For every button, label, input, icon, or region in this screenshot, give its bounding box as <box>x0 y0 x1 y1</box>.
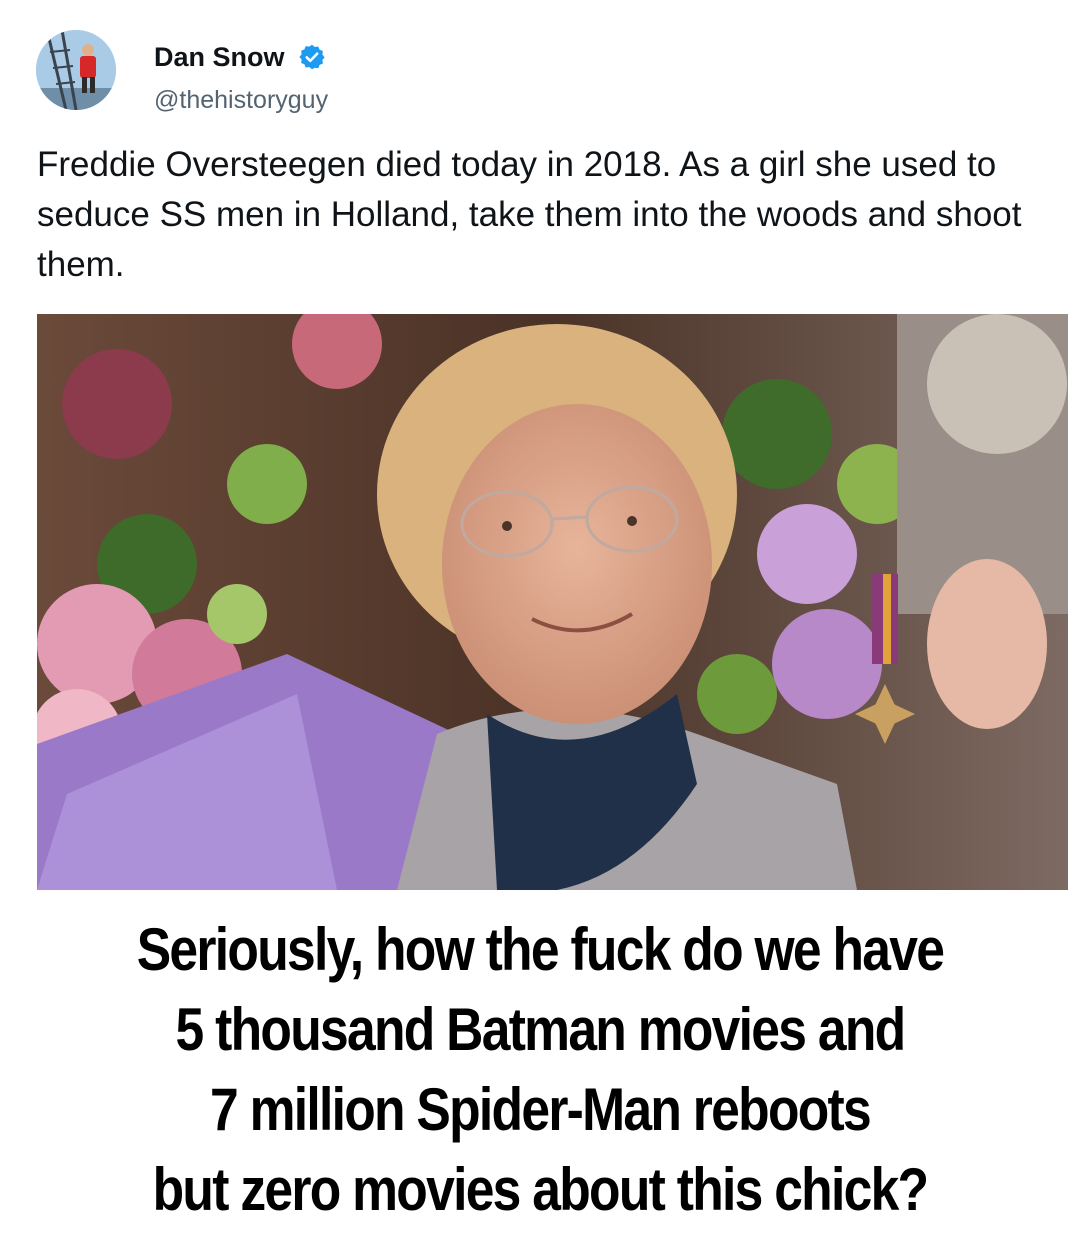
avatar-photo <box>36 30 116 110</box>
author-handle[interactable]: @thehistoryguy <box>154 84 328 116</box>
tweet-text: Freddie Oversteegen died today in 2018. … <box>37 145 1022 284</box>
photo-elderly-woman-holding-medal <box>37 314 1068 890</box>
caption-line: 5 thousand Batman movies and <box>175 996 907 1063</box>
tweet-photo[interactable] <box>37 314 1068 890</box>
caption-line: 7 million Spider-Man reboots <box>210 1076 872 1143</box>
meme-caption: Seriously, how the fuck do we have 5 tho… <box>76 910 1005 1230</box>
verified-badge-icon <box>299 44 325 70</box>
author-name[interactable]: Dan Snow <box>154 40 285 74</box>
avatar[interactable] <box>36 30 116 110</box>
caption-line: but zero movies about this chick? <box>152 1156 929 1223</box>
caption-line: Seriously, how the fuck do we have <box>136 916 945 983</box>
